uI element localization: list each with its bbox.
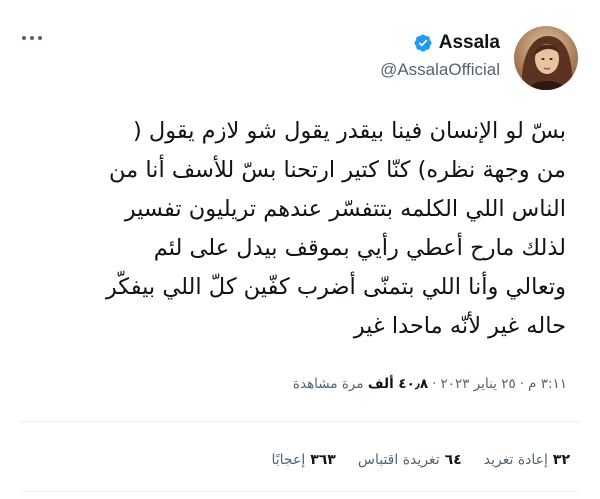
quotes-stat[interactable]: ٦٤تغريدة اقتباس — [358, 452, 462, 468]
tweet-line: حاله غير لأنّه ماحدا غير — [353, 313, 566, 339]
views-count: ٤٠٫٨ ألف — [367, 376, 429, 392]
quotes-label: تغريدة اقتباس — [357, 452, 440, 468]
likes-stat[interactable]: ٣٦٣إعجابًا — [272, 452, 336, 468]
tweet-text: بسّ لو الإنسان فينا بيقدر يقول شو لازم ي… — [26, 112, 566, 346]
quotes-count: ٦٤ — [444, 452, 462, 468]
tweet-time[interactable]: ٣:١١ م — [528, 376, 567, 392]
display-name[interactable]: Assala — [439, 32, 500, 54]
user-info: Assala @AssalaOfficial — [380, 32, 500, 80]
likes-count: ٣٦٣ — [310, 452, 336, 468]
retweets-label: إعادة تغريد — [483, 452, 548, 468]
tweet-line: الناس اللي الكلمه بتتفسّر عندهم تريليون … — [124, 196, 566, 222]
verified-badge-icon — [414, 34, 432, 52]
divider — [20, 491, 580, 492]
tweet-line: وتعالي وأنا اللي بتمنّى أضرب كفّين كلّ ا… — [105, 274, 566, 300]
retweets-stat[interactable]: ٣٢إعادة تغريد — [484, 452, 570, 468]
likes-label: إعجابًا — [271, 452, 306, 468]
user-handle[interactable]: @AssalaOfficial — [380, 60, 500, 80]
more-options-icon[interactable] — [22, 36, 42, 40]
views-label: مرة مشاهدة — [292, 376, 364, 392]
tweet-line: لذلك مارح أعطي رأيي بموقف بيدل على لئم — [153, 235, 566, 261]
tweet-line: من وجهة نظره) كنّا كتير ارتحنا بسّ للأسف… — [109, 157, 566, 183]
retweets-count: ٣٢ — [552, 452, 570, 468]
tweet-line: بسّ لو الإنسان فينا بيقدر يقول شو لازم ي… — [132, 118, 566, 144]
name-row: Assala — [380, 32, 500, 54]
avatar[interactable] — [514, 26, 578, 90]
engagement-stats: ٣٢إعادة تغريد ٦٤تغريدة اقتباس ٣٦٣إعجابًا — [272, 452, 571, 468]
tweet-meta: ٣:١١ م·٢٥ يناير ٢٠٢٣·٤٠٫٨ ألف مرة مشاهدة — [292, 376, 567, 392]
divider — [20, 421, 580, 422]
tweet-date[interactable]: ٢٥ يناير ٢٠٢٣ — [440, 376, 515, 392]
tweet-card: Assala @AssalaOfficial بسّ لو الإنسان في… — [0, 0, 600, 499]
